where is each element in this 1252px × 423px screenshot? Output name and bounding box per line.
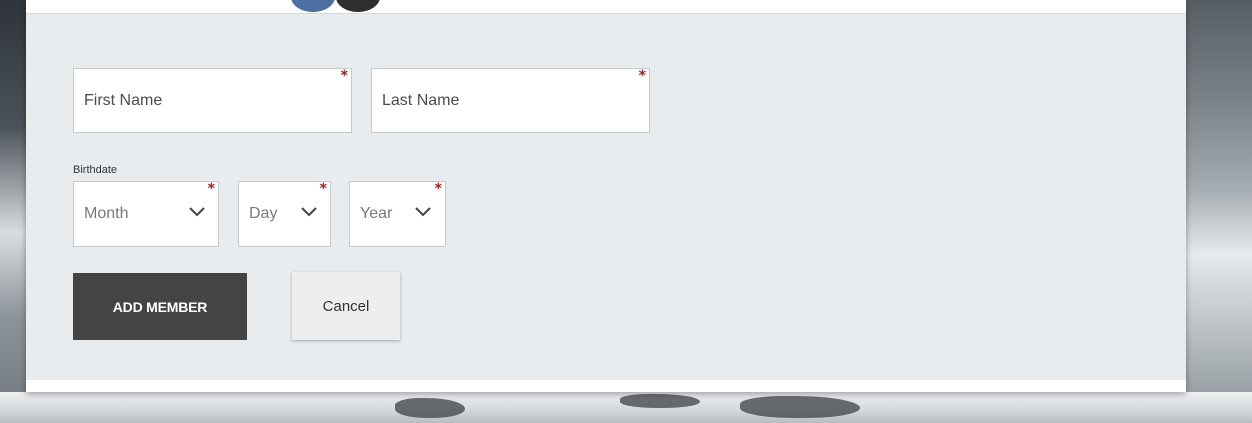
- required-marker: *: [340, 68, 348, 84]
- year-select-value: Year: [360, 205, 393, 222]
- last-name-field[interactable]: *: [371, 68, 650, 133]
- required-marker: *: [207, 181, 215, 197]
- required-marker: *: [319, 181, 327, 197]
- chevron-down-icon: [415, 207, 431, 217]
- day-select-value: Day: [249, 205, 278, 222]
- month-select-value: Month: [84, 205, 129, 222]
- mountain-rock: [395, 398, 465, 418]
- avatar[interactable]: [291, 0, 335, 12]
- mountain-rock: [740, 396, 860, 418]
- first-name-field[interactable]: *: [73, 68, 352, 133]
- background-bottom: [0, 392, 1252, 423]
- first-name-input[interactable]: [74, 69, 351, 132]
- add-member-button[interactable]: ADD MEMBER: [73, 273, 247, 340]
- cancel-button[interactable]: Cancel: [292, 272, 400, 340]
- background-right: [1186, 0, 1252, 423]
- avatar[interactable]: [336, 0, 380, 12]
- mountain-rock: [620, 394, 700, 408]
- chevron-down-icon: [189, 207, 205, 217]
- add-member-form: * * Birthdate Month * Day * Year: [26, 13, 1186, 380]
- add-member-panel: * * Birthdate Month * Day * Year: [26, 0, 1186, 392]
- chevron-down-icon: [301, 207, 317, 217]
- month-select[interactable]: Month *: [73, 181, 219, 247]
- required-marker: *: [434, 181, 442, 197]
- last-name-input[interactable]: [372, 69, 649, 132]
- background-left: [0, 0, 26, 423]
- day-select[interactable]: Day *: [238, 181, 331, 247]
- required-marker: *: [638, 68, 646, 84]
- birthdate-label: Birthdate: [73, 164, 118, 176]
- year-select[interactable]: Year *: [349, 181, 446, 247]
